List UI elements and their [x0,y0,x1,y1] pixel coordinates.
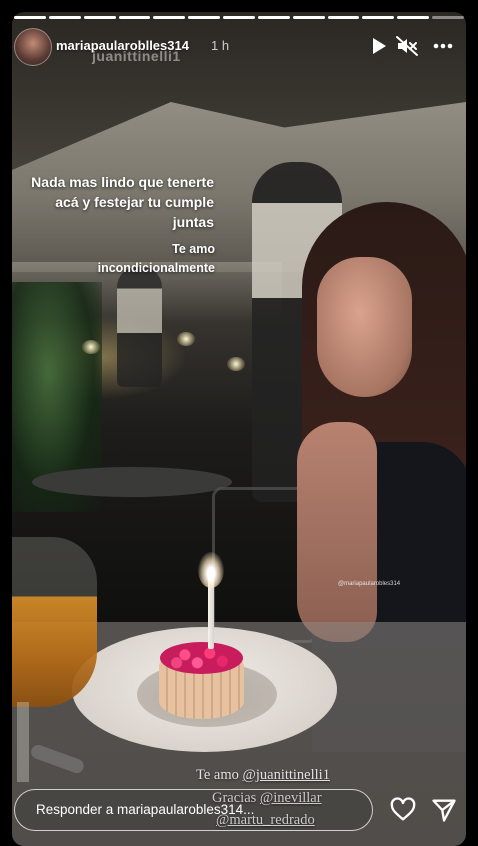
lamp [82,340,100,354]
progress-segment [118,16,151,19]
wine-glass [12,537,97,707]
progress-segment-current [432,16,464,19]
waiter-background [117,267,162,387]
progress-segment [362,16,395,19]
story-caption: Nada mas lindo que tenerte acá y festeja… [31,174,214,230]
avatar[interactable] [14,28,52,66]
more-icon[interactable] [431,34,455,58]
progress-segment [14,16,46,19]
share-icon[interactable] [430,796,458,824]
watermark: @mariapaularobles314 [338,581,401,587]
ghost-tag: juanittinelli1 [92,48,181,64]
progress-segment [327,16,360,19]
progress-segment [257,16,290,19]
heart-icon[interactable] [389,796,417,824]
story-header: mariapaularoblles314 1 h juanittinelli1 [14,28,464,68]
mute-icon[interactable] [395,34,419,58]
mention-line-1: Te amo @juanittinelli1 [196,767,330,784]
progress-segment [48,16,81,19]
lamp [227,357,245,371]
progress-segment [223,16,255,19]
progress-segment [188,16,221,19]
table-background [32,467,232,497]
reply-input[interactable]: Responder a mariapaularobles314... [14,789,373,831]
story-caption-secondary: Te amo incondicionalmente [97,242,215,275]
play-icon[interactable] [366,34,390,58]
progress-segment [83,16,116,19]
lamp [177,332,195,346]
glass-stem [17,702,29,782]
candle-flame [198,552,224,588]
progress-segment [292,16,325,19]
timestamp: 1 h [211,38,230,53]
progress-segment [153,16,186,19]
cake-berries [160,642,243,674]
mention-handle[interactable]: @juanittinelli1 [243,767,330,783]
woman-shoulder [297,422,377,642]
mention-prefix: Te amo [196,767,243,783]
story-progress [14,16,464,19]
story-image[interactable] [12,12,466,846]
reply-placeholder: Responder a mariapaularobles314... [36,802,255,817]
progress-segment [397,16,430,19]
woman-face [317,257,412,397]
